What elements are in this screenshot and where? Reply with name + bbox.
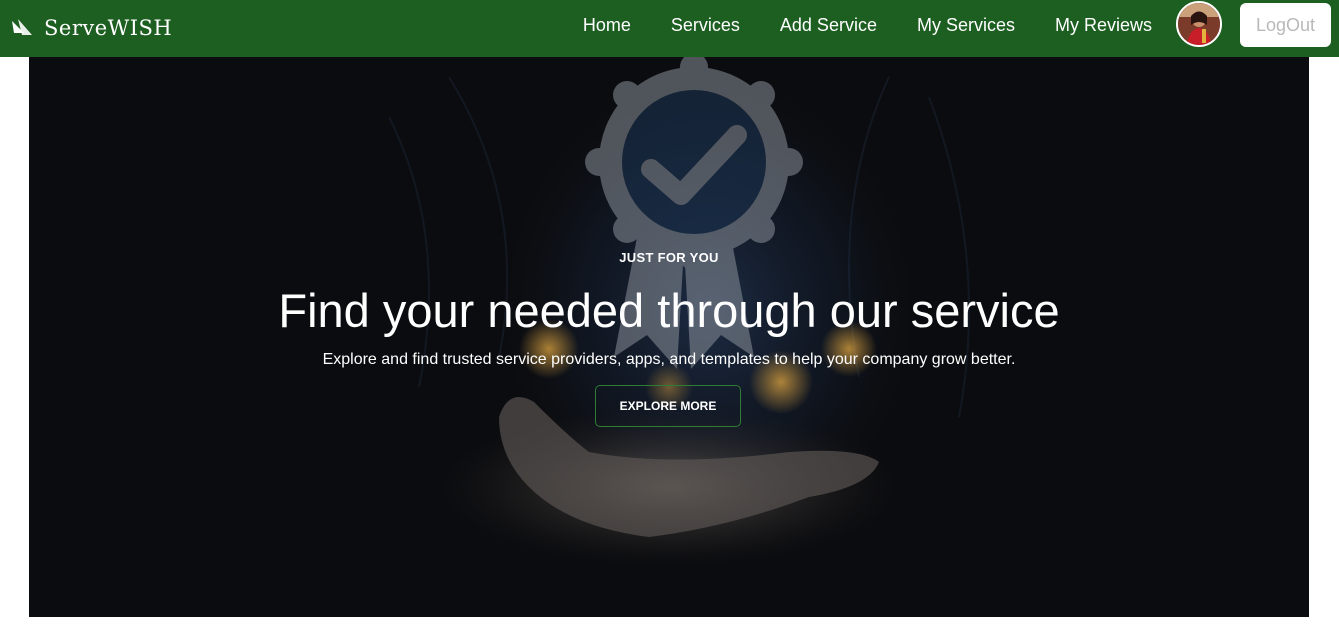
nav-link-my-reviews[interactable]: My Reviews (1055, 15, 1152, 36)
nav-link-my-services[interactable]: My Services (917, 15, 1015, 36)
nav-link-add-service[interactable]: Add Service (780, 15, 877, 36)
brand[interactable]: ServeWISH (10, 12, 172, 44)
hero-subline: Explore and find trusted service provide… (322, 351, 1016, 368)
nav-link-home[interactable]: Home (583, 15, 631, 36)
avatar-image (1178, 3, 1220, 45)
hero-headline: Find your needed through our service (278, 284, 1060, 337)
sail-logo-icon (12, 19, 32, 35)
explore-more-button[interactable]: EXPLORE MORE (595, 385, 741, 427)
hero-banner: JUST FOR YOU Find your needed through ou… (29, 57, 1309, 617)
nav-link-services[interactable]: Services (671, 15, 740, 36)
hero-eyebrow: JUST FOR YOU (619, 250, 719, 265)
logout-button[interactable]: LogOut (1240, 3, 1331, 47)
nav-links: Home Services Add Service My Services My… (583, 0, 1152, 50)
navbar: ServeWISH Home Services Add Service My S… (0, 0, 1339, 57)
hero-content: JUST FOR YOU Find your needed through ou… (29, 57, 1309, 617)
brand-name: ServeWISH (44, 16, 173, 40)
user-avatar[interactable] (1176, 1, 1222, 47)
